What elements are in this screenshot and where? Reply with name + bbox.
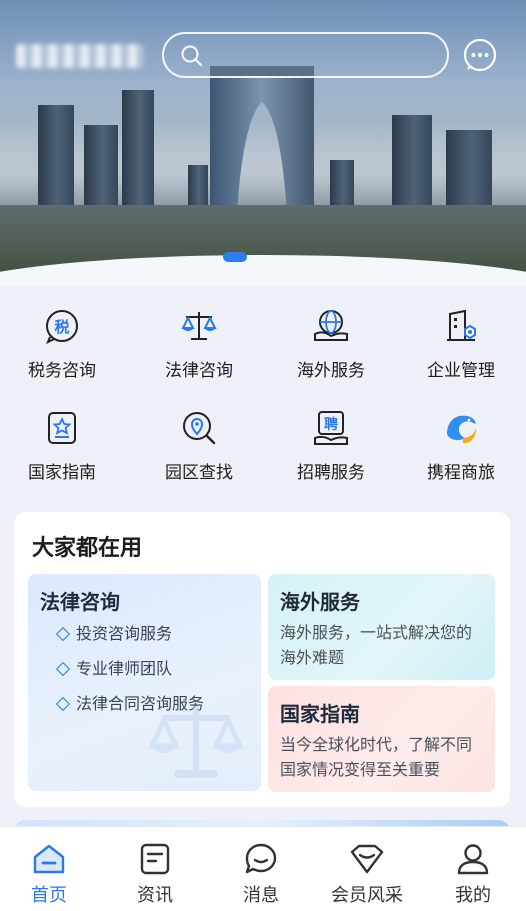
section-title: 大家都在用 bbox=[32, 536, 143, 561]
tab-home[interactable]: 首页 bbox=[0, 843, 101, 907]
tab-messages[interactable]: 消息 bbox=[209, 843, 313, 907]
service-overseas[interactable]: 海外服务 bbox=[276, 306, 386, 381]
country-guide-tile[interactable]: 国家指南 当今全球化时代，了解不同国家情况变得至关重要 bbox=[268, 686, 495, 792]
tab-member[interactable]: 会员风采 bbox=[315, 843, 419, 907]
profile-icon bbox=[457, 844, 489, 875]
search-icon bbox=[181, 45, 203, 67]
recruit-icon: 聘 bbox=[314, 411, 348, 445]
service-label: 招聘服务 bbox=[297, 463, 365, 483]
carousel-indicator bbox=[223, 252, 247, 262]
popular-services-card: 大家都在用 法律咨询 投资咨询服务 专业律师团队 法律合同咨询服务 海外服务 海… bbox=[14, 512, 510, 807]
service-tax[interactable]: 税 税务咨询 bbox=[7, 306, 117, 381]
chat-dots-icon[interactable] bbox=[462, 37, 498, 73]
tile-description: 海外服务，一站式解决您的海外难题 bbox=[280, 623, 473, 667]
message-icon bbox=[245, 843, 277, 874]
service-enterprise[interactable]: 企业管理 bbox=[406, 306, 516, 381]
tile-title: 海外服务 bbox=[280, 590, 360, 614]
service-label: 法律咨询 bbox=[165, 361, 233, 381]
svg-text:税: 税 bbox=[54, 318, 69, 336]
service-ctrip[interactable]: 携程商旅 bbox=[406, 408, 516, 483]
star-document-icon bbox=[48, 412, 76, 444]
search-bar[interactable] bbox=[162, 32, 449, 78]
building bbox=[38, 105, 74, 215]
tile-title: 国家指南 bbox=[280, 702, 360, 726]
tab-profile[interactable]: 我的 bbox=[421, 843, 525, 907]
building-gear-icon bbox=[447, 309, 476, 341]
service-label: 携程商旅 bbox=[427, 463, 495, 483]
featured-legal-tile[interactable]: 法律咨询 投资咨询服务 专业律师团队 法律合同咨询服务 bbox=[28, 574, 261, 791]
service-label: 园区查找 bbox=[165, 463, 233, 483]
tab-label: 会员风采 bbox=[331, 885, 403, 906]
bottom-tab-bar: 首页 资讯 消息 会员风采 我的 bbox=[0, 826, 526, 911]
service-country-guide[interactable]: 国家指南 bbox=[7, 408, 117, 483]
tab-label: 首页 bbox=[31, 885, 67, 906]
building bbox=[446, 130, 492, 215]
service-label: 企业管理 bbox=[427, 361, 495, 381]
service-park-search[interactable]: 园区查找 bbox=[144, 408, 254, 483]
service-label: 税务咨询 bbox=[28, 361, 96, 381]
building bbox=[84, 125, 118, 215]
list-item: 投资咨询服务 bbox=[55, 622, 204, 657]
location-search-icon bbox=[183, 412, 216, 445]
service-label: 国家指南 bbox=[28, 463, 96, 483]
tab-label: 我的 bbox=[455, 885, 491, 906]
tax-icon: 税 bbox=[46, 310, 78, 345]
tab-label: 消息 bbox=[243, 885, 279, 906]
ctrip-dolphin-icon bbox=[447, 415, 477, 444]
list-item: 专业律师团队 bbox=[55, 657, 204, 692]
home-icon bbox=[33, 844, 65, 874]
tile-description: 当今全球化时代，了解不同国家情况变得至关重要 bbox=[280, 735, 473, 779]
app-logo bbox=[16, 44, 144, 68]
building bbox=[122, 90, 154, 215]
service-recruit[interactable]: 聘 招聘服务 bbox=[276, 408, 386, 483]
tab-label: 资讯 bbox=[137, 885, 173, 906]
news-icon bbox=[140, 843, 170, 875]
building bbox=[392, 115, 432, 215]
member-icon bbox=[350, 844, 384, 874]
scales-watermark-icon bbox=[148, 706, 244, 778]
service-legal[interactable]: 法律咨询 bbox=[144, 306, 254, 381]
svg-text:聘: 聘 bbox=[324, 416, 338, 433]
scales-icon bbox=[181, 312, 217, 340]
tile-title: 法律咨询 bbox=[40, 590, 120, 614]
tab-news[interactable]: 资讯 bbox=[103, 843, 207, 907]
overseas-service-tile[interactable]: 海外服务 海外服务，一站式解决您的海外难题 bbox=[268, 574, 495, 680]
service-label: 海外服务 bbox=[297, 361, 365, 381]
globe-hand-icon bbox=[314, 310, 348, 341]
